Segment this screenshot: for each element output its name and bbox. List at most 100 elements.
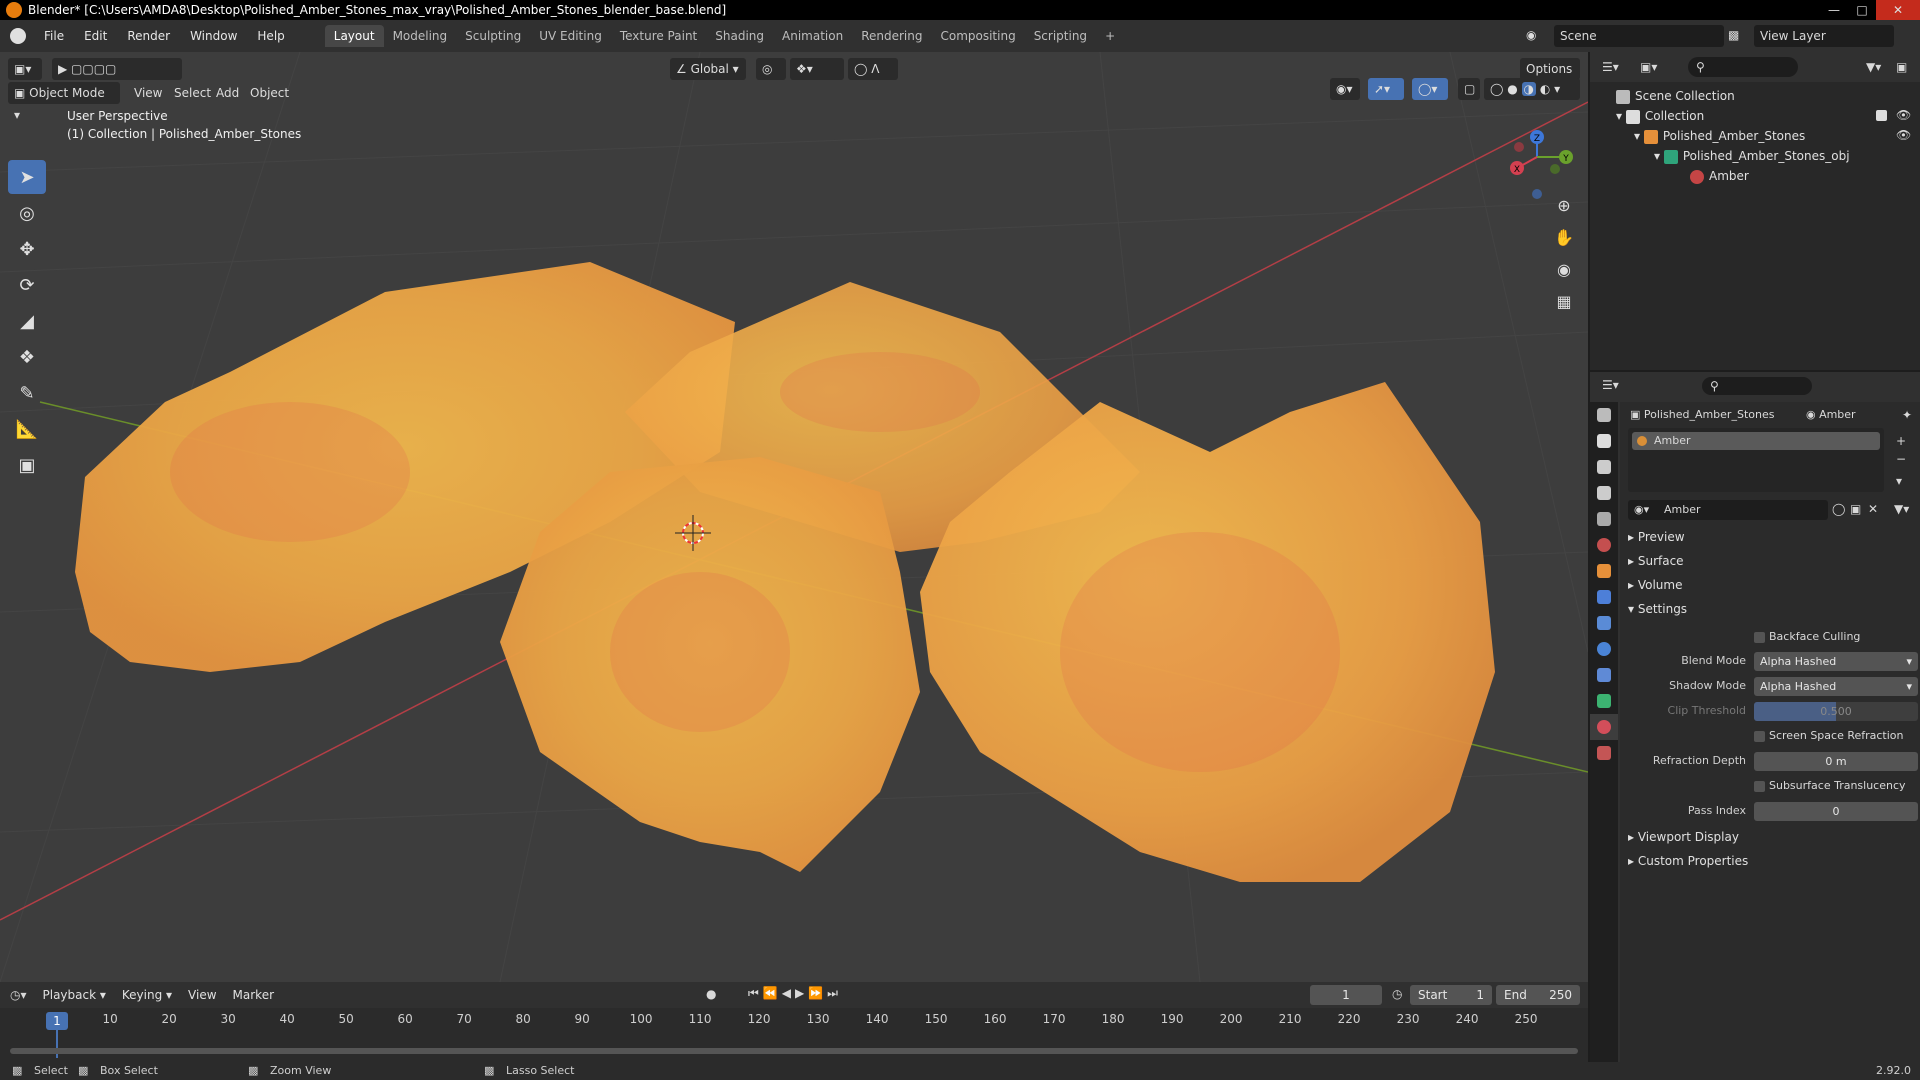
menu-edit[interactable]: Edit <box>74 20 117 52</box>
shadow-mode-dropdown[interactable]: Alpha Hashed ▾ <box>1754 677 1918 696</box>
surface-section-header[interactable]: ▸ Surface <box>1628 554 1684 568</box>
tree-material[interactable]: Amber <box>1690 166 1749 186</box>
tab-output[interactable] <box>1590 454 1618 480</box>
zoom-icon[interactable]: ⊕ <box>1550 192 1578 220</box>
tab-material[interactable] <box>1590 714 1618 740</box>
view-layer-icon[interactable]: ▩ <box>1728 28 1739 42</box>
orientation-dropdown[interactable]: ∠ Global ▾ <box>670 58 746 80</box>
playback-controls[interactable]: ⏮⏪◀▶⏩⏭ <box>748 986 842 1001</box>
tab-particles[interactable] <box>1590 610 1618 636</box>
collection-visibility-eye-icon[interactable]: 👁 <box>1896 108 1911 122</box>
view-layer-selector[interactable]: View Layer <box>1754 25 1894 47</box>
menu-timeline-view[interactable]: View <box>180 988 224 1002</box>
tree-collection[interactable]: ▾ Collection <box>1616 106 1704 126</box>
material-slot-list[interactable]: Amber <box>1628 428 1884 492</box>
scene-icon[interactable]: ◉ <box>1526 28 1536 42</box>
display-mode-icon[interactable]: ▣▾ <box>1640 60 1657 74</box>
tree-mesh[interactable]: ▾ Polished_Amber_Stones_obj <box>1654 146 1850 166</box>
scale-tool-icon[interactable]: ◢ <box>8 304 46 338</box>
xray-toggle-button[interactable]: ▢ <box>1458 78 1480 100</box>
minimize-button[interactable]: — <box>1820 0 1848 20</box>
material-slot-item[interactable]: Amber <box>1632 432 1880 450</box>
maximize-button[interactable]: □ <box>1848 0 1876 20</box>
tree-object[interactable]: ▾ Polished_Amber_Stones <box>1634 126 1805 146</box>
pin-icon[interactable]: ✦ <box>1902 408 1912 422</box>
collection-checkbox[interactable] <box>1876 110 1887 121</box>
current-frame-field[interactable]: 1 <box>1310 985 1382 1005</box>
timeline-ruler[interactable]: 10 20 30 40 50 60 70 80 90 100 110 120 130 140 150 160 1… <box>0 1008 1588 1032</box>
properties-search-input[interactable]: ⚲ <box>1702 377 1812 395</box>
screen-space-refraction-checkbox[interactable]: Screen Space Refraction <box>1754 729 1904 742</box>
new-collection-icon[interactable]: ▣ <box>1896 60 1907 74</box>
camera-view-icon[interactable]: ◉ <box>1550 256 1578 284</box>
object-mode-dropdown[interactable]: ▣ Object Mode ▾ <box>8 82 120 122</box>
shading-mode-buttons[interactable]: ◯ ● ◑ ◐ ▾ <box>1484 78 1580 100</box>
cursor-tool-icon[interactable]: ◎ <box>8 196 46 230</box>
properties-panel[interactable]: ☰▾ ⚲ ▣ Polished_Amber_Stones ◉ Amber ✦ A… <box>1590 372 1920 1062</box>
fake-user-icon[interactable]: ◯ <box>1832 502 1845 516</box>
proportional-editing-toggle[interactable]: ◯ Λ <box>848 58 898 80</box>
select-mode-buttons[interactable]: ▶ ▢▢▢▢ <box>52 58 182 80</box>
outliner-editor-type-icon[interactable]: ☰▾ <box>1602 60 1619 74</box>
slot-specials-button[interactable]: ▾ <box>1896 474 1902 488</box>
close-window-button[interactable]: ✕ <box>1876 0 1920 20</box>
menu-add[interactable]: Add <box>210 82 245 104</box>
pass-index-field[interactable]: 0 <box>1754 802 1918 821</box>
menu-object[interactable]: Object <box>244 82 295 104</box>
viewport-display-section-header[interactable]: ▸ Viewport Display <box>1628 830 1739 844</box>
overlay-toggle-button[interactable]: ◯▾ <box>1412 78 1448 100</box>
timeline-scrollbar[interactable] <box>10 1048 1578 1054</box>
tab-layout[interactable]: Layout <box>324 25 384 47</box>
tab-scene[interactable] <box>1590 506 1618 532</box>
add-cube-tool-icon[interactable]: ▣ <box>8 448 46 482</box>
scene-selector[interactable]: Scene <box>1554 25 1724 47</box>
blend-mode-dropdown[interactable]: Alpha Hashed ▾ <box>1754 652 1918 671</box>
duplicate-material-icon[interactable]: ▣ <box>1850 502 1861 516</box>
tab-rendering[interactable]: Rendering <box>852 25 931 47</box>
editor-type-button[interactable]: ▣▾ <box>8 58 42 80</box>
add-slot-button[interactable]: + <box>1896 434 1906 448</box>
refraction-depth-field[interactable]: 0 m <box>1754 752 1918 771</box>
auto-keying-icon[interactable]: ● <box>706 987 716 1001</box>
menu-file[interactable]: File <box>34 20 74 52</box>
menu-view[interactable]: View <box>128 82 168 104</box>
tab-render[interactable] <box>1590 428 1618 454</box>
menu-marker[interactable]: Marker <box>225 988 282 1002</box>
browse-material-icon[interactable]: ◉▾ <box>1634 500 1649 520</box>
menu-window[interactable]: Window <box>180 20 247 52</box>
perspective-toggle-icon[interactable]: ▦ <box>1550 288 1578 316</box>
viewport-scene[interactable]: Z Y X <box>0 52 1588 982</box>
outliner-search-input[interactable]: ⚲ <box>1688 57 1798 77</box>
filter-icon[interactable]: ▼▾ <box>1866 60 1881 74</box>
subsurface-translucency-checkbox[interactable]: Subsurface Translucency <box>1754 779 1906 792</box>
material-selector[interactable]: ◉▾ Amber <box>1628 500 1828 520</box>
tab-uv-editing[interactable]: UV Editing <box>530 25 611 47</box>
annotate-tool-icon[interactable]: ✎ <box>8 376 46 410</box>
add-workspace-button[interactable]: + <box>1096 25 1124 47</box>
tab-data[interactable] <box>1590 688 1618 714</box>
clip-threshold-slider[interactable]: 0.500 <box>1754 702 1918 721</box>
remove-slot-button[interactable]: − <box>1896 452 1906 466</box>
tab-scripting[interactable]: Scripting <box>1025 25 1096 47</box>
tab-modifiers[interactable] <box>1590 584 1618 610</box>
tab-sculpting[interactable]: Sculpting <box>456 25 530 47</box>
measure-tool-icon[interactable]: 📐 <box>8 412 46 446</box>
object-visibility-eye-icon[interactable]: 👁 <box>1896 128 1911 142</box>
select-box-tool-icon[interactable]: ➤ <box>8 160 46 194</box>
properties-editor-type-icon[interactable]: ☰▾ <box>1602 378 1619 392</box>
tab-world[interactable] <box>1590 532 1618 558</box>
start-frame-field[interactable]: Start 1 <box>1410 985 1492 1005</box>
options-dropdown[interactable]: Options ▾ <box>1520 58 1580 98</box>
volume-section-header[interactable]: ▸ Volume <box>1628 578 1682 592</box>
3d-viewport[interactable]: Z Y X ▣▾ ▶ ▢▢▢▢ ∠ Global ▾ ◎ ❖▾ ◯ Λ Opti… <box>0 52 1588 982</box>
timeline-editor[interactable]: ◷▾ Playback ▾ Keying ▾ View Marker ● ⏮⏪◀… <box>0 982 1588 1062</box>
end-frame-field[interactable]: End 250 <box>1496 985 1580 1005</box>
outliner-panel[interactable]: ☰▾ ▣▾ ⚲ ▼▾ ▣ Scene Collection ▾ Collecti… <box>1590 52 1920 370</box>
tab-compositing[interactable]: Compositing <box>931 25 1024 47</box>
blender-menu-icon[interactable] <box>10 28 26 44</box>
preview-range-icon[interactable]: ◷ <box>1392 987 1402 1001</box>
gizmo-toggle-button[interactable]: ➚▾ <box>1368 78 1404 100</box>
tab-modeling[interactable]: Modeling <box>384 25 457 47</box>
tree-scene-collection[interactable]: Scene Collection <box>1616 86 1735 106</box>
tab-texture-paint[interactable]: Texture Paint <box>611 25 706 47</box>
